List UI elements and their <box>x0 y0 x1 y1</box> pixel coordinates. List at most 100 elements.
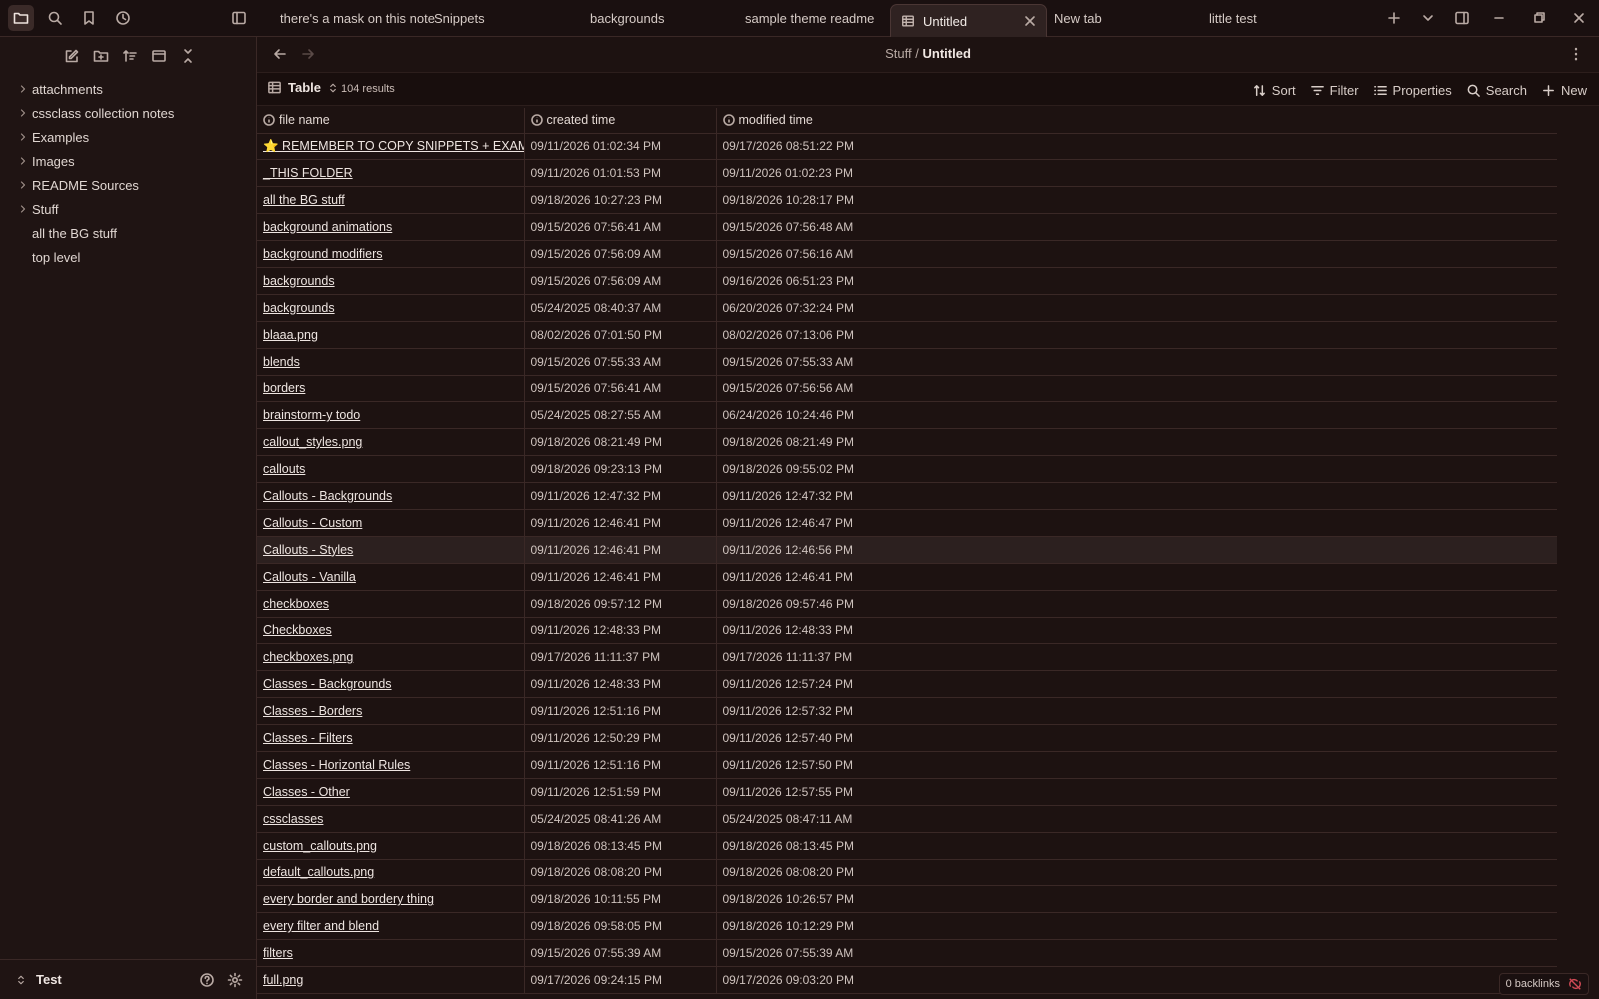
breadcrumb-current[interactable]: Untitled <box>923 46 971 61</box>
help-icon[interactable] <box>196 969 218 991</box>
close-tab-icon[interactable] <box>1022 13 1038 29</box>
table-row[interactable]: filters 09/15/2026 07:55:39 AM 09/15/2026 … <box>257 939 1557 968</box>
files-icon[interactable] <box>8 5 34 31</box>
vault-switcher[interactable]: Test <box>0 959 256 999</box>
file-link[interactable]: Classes - Backgrounds <box>263 677 392 691</box>
table-row[interactable]: Callouts - Vanilla 09/11/2026 12:46:41 PM… <box>257 563 1557 591</box>
file-link[interactable]: Classes - Filters <box>263 731 353 745</box>
table-row[interactable]: Classes - Filters 09/11/2026 12:50:29 PM 0… <box>257 724 1557 752</box>
table-row[interactable]: Classes - Borders 09/11/2026 12:51:16 PM 0… <box>257 697 1557 726</box>
properties-button[interactable]: Properties <box>1373 79 1452 101</box>
new-tab-plus-icon[interactable] <box>1377 0 1411 36</box>
settings-gear-icon[interactable] <box>224 969 246 991</box>
collapse-all-icon[interactable] <box>176 45 200 67</box>
view-switcher[interactable]: Table <box>267 80 339 95</box>
tab-backgrounds[interactable]: backgrounds <box>590 0 664 37</box>
tab-new-tab[interactable]: New tab <box>1054 0 1102 37</box>
file-link[interactable]: callout_styles.png <box>263 435 362 449</box>
folder-images[interactable]: Images <box>0 149 256 173</box>
table-row[interactable]: cssclasses 05/24/2025 08:41:26 AM 05/24/20… <box>257 805 1557 833</box>
table-row[interactable]: backgrounds 05/24/2025 08:40:37 AM 06/20/2… <box>257 294 1557 322</box>
file-link[interactable]: background animations <box>263 220 392 234</box>
table-row[interactable]: every filter and blend 09/18/2026 09:58:0… <box>257 912 1557 941</box>
tab-snippets[interactable]: Snippets <box>434 0 485 37</box>
auto-reveal-icon[interactable] <box>147 45 171 67</box>
bookmark-icon[interactable] <box>76 5 102 31</box>
table-row[interactable]: _THIS FOLDER 09/11/2026 01:01:53 PM 09/11/… <box>257 159 1557 188</box>
file-link[interactable]: checkboxes <box>263 597 329 611</box>
sort-button[interactable]: Sort <box>1252 79 1296 101</box>
search-button[interactable]: Search <box>1466 79 1527 101</box>
sidebar-toggle-icon[interactable] <box>226 5 252 31</box>
file-link[interactable]: full.png <box>263 973 303 987</box>
recent-files-icon[interactable] <box>110 5 136 31</box>
folder-examples[interactable]: Examples <box>0 125 256 149</box>
folder-cssclass-collection-notes[interactable]: cssclass collection notes <box>0 101 256 125</box>
column-header-modified-time[interactable]: modified time <box>716 108 1557 134</box>
table-row[interactable]: Classes - Other 09/11/2026 12:51:59 PM 09/… <box>257 778 1557 806</box>
tab-mask-note[interactable]: there's a mask on this note <box>280 0 435 37</box>
breadcrumb-parent[interactable]: Stuff <box>885 46 912 61</box>
file-link[interactable]: ⭐ REMEMBER TO COPY SNIPPETS + EXAMPLES +… <box>263 139 523 153</box>
table-row[interactable]: checkboxes 09/18/2026 09:57:12 PM 09/18/20… <box>257 590 1557 618</box>
tab-little-test[interactable]: little test <box>1209 0 1257 37</box>
table-row[interactable]: Callouts - Custom 09/11/2026 12:46:41 PM 0… <box>257 509 1557 537</box>
table-row[interactable]: Checkboxes 09/11/2026 12:48:33 PM 09/11/20… <box>257 617 1557 645</box>
table-row[interactable]: Classes - Backgrounds 09/11/2026 12:48:33… <box>257 670 1557 699</box>
file-link[interactable]: every border and bordery thing <box>263 892 434 906</box>
backlinks-status[interactable]: 0 backlinks <box>1498 973 1589 995</box>
file-link[interactable]: backgrounds <box>263 274 335 288</box>
tab-list-chevron-icon[interactable] <box>1411 0 1445 36</box>
file-link[interactable]: background modifiers <box>263 247 383 261</box>
file-link[interactable]: borders <box>263 381 305 395</box>
minimize-icon[interactable] <box>1479 0 1519 36</box>
file-link[interactable]: callouts <box>263 462 305 476</box>
file-link[interactable]: Callouts - Styles <box>263 543 353 557</box>
restore-icon[interactable] <box>1519 0 1559 36</box>
table-row[interactable]: Classes - Horizontal Rules 09/11/2026 12:… <box>257 751 1557 779</box>
file-link[interactable]: blends <box>263 355 300 369</box>
file-link[interactable]: cssclasses <box>263 812 323 826</box>
table-row[interactable]: borders 09/15/2026 07:56:41 AM 09/15/2026 … <box>257 375 1557 403</box>
file-link[interactable]: Checkboxes <box>263 623 332 637</box>
new-note-icon[interactable] <box>60 45 84 67</box>
tab-untitled[interactable]: Untitled <box>890 4 1047 37</box>
folder-attachments[interactable]: attachments <box>0 77 256 101</box>
filter-button[interactable]: Filter <box>1310 79 1359 101</box>
file-top-level[interactable]: top level <box>0 245 256 269</box>
file-link[interactable]: checkboxes.png <box>263 650 353 664</box>
file-link[interactable]: Classes - Other <box>263 785 350 799</box>
file-link[interactable]: every filter and blend <box>263 919 379 933</box>
table-row[interactable]: callouts 09/18/2026 09:23:13 PM 09/18/2026… <box>257 455 1557 484</box>
search-icon[interactable] <box>42 5 68 31</box>
file-link[interactable]: blaaa.png <box>263 328 318 342</box>
folder-stuff[interactable]: Stuff <box>0 197 256 221</box>
table-row[interactable]: default_callouts.png 09/18/2026 08:08:20 … <box>257 859 1557 887</box>
file-link[interactable]: backgrounds <box>263 301 335 315</box>
file-link[interactable]: all the BG stuff <box>263 193 345 207</box>
folder-readme-sources[interactable]: README Sources <box>0 173 256 197</box>
table-row[interactable]: callout_styles.png 09/18/2026 08:21:49 PM… <box>257 428 1557 457</box>
table-row[interactable]: brainstorm-y todo 05/24/2025 08:27:55 AM 0… <box>257 401 1557 430</box>
table-row[interactable]: backgrounds 09/15/2026 07:56:09 AM 09/16/2… <box>257 267 1557 295</box>
file-link[interactable]: _THIS FOLDER <box>263 166 353 180</box>
table-row[interactable]: background animations 09/15/2026 07:56:41… <box>257 213 1557 242</box>
table-row[interactable]: custom_callouts.png 09/18/2026 08:13:45 P… <box>257 832 1557 860</box>
right-sidebar-toggle-icon[interactable] <box>1445 0 1479 36</box>
file-link[interactable]: Classes - Borders <box>263 704 362 718</box>
file-link[interactable]: Callouts - Vanilla <box>263 570 356 584</box>
close-window-icon[interactable] <box>1559 0 1599 36</box>
table-row[interactable]: Callouts - Styles 09/11/2026 12:46:41 PM 0… <box>257 536 1557 564</box>
table-row[interactable]: full.png 09/17/2026 09:24:15 PM 09/17/2026… <box>257 966 1557 994</box>
table-row[interactable]: every border and bordery thing 09/18/2026… <box>257 885 1557 914</box>
table-row[interactable]: blaaa.png 08/02/2026 07:01:50 PM 08/02/202… <box>257 321 1557 349</box>
table-row[interactable]: blends 09/15/2026 07:55:33 AM 09/15/2026 0… <box>257 348 1557 376</box>
new-folder-icon[interactable] <box>89 45 113 67</box>
column-header-created-time[interactable]: created time <box>524 108 717 134</box>
sort-order-icon[interactable] <box>118 45 142 67</box>
column-header-file-name[interactable]: file name <box>257 108 525 134</box>
file-link[interactable]: default_callouts.png <box>263 865 374 879</box>
file-all-the-bg-stuff[interactable]: all the BG stuff <box>0 221 256 245</box>
more-options-icon[interactable] <box>1565 43 1587 65</box>
file-link[interactable]: custom_callouts.png <box>263 839 377 853</box>
